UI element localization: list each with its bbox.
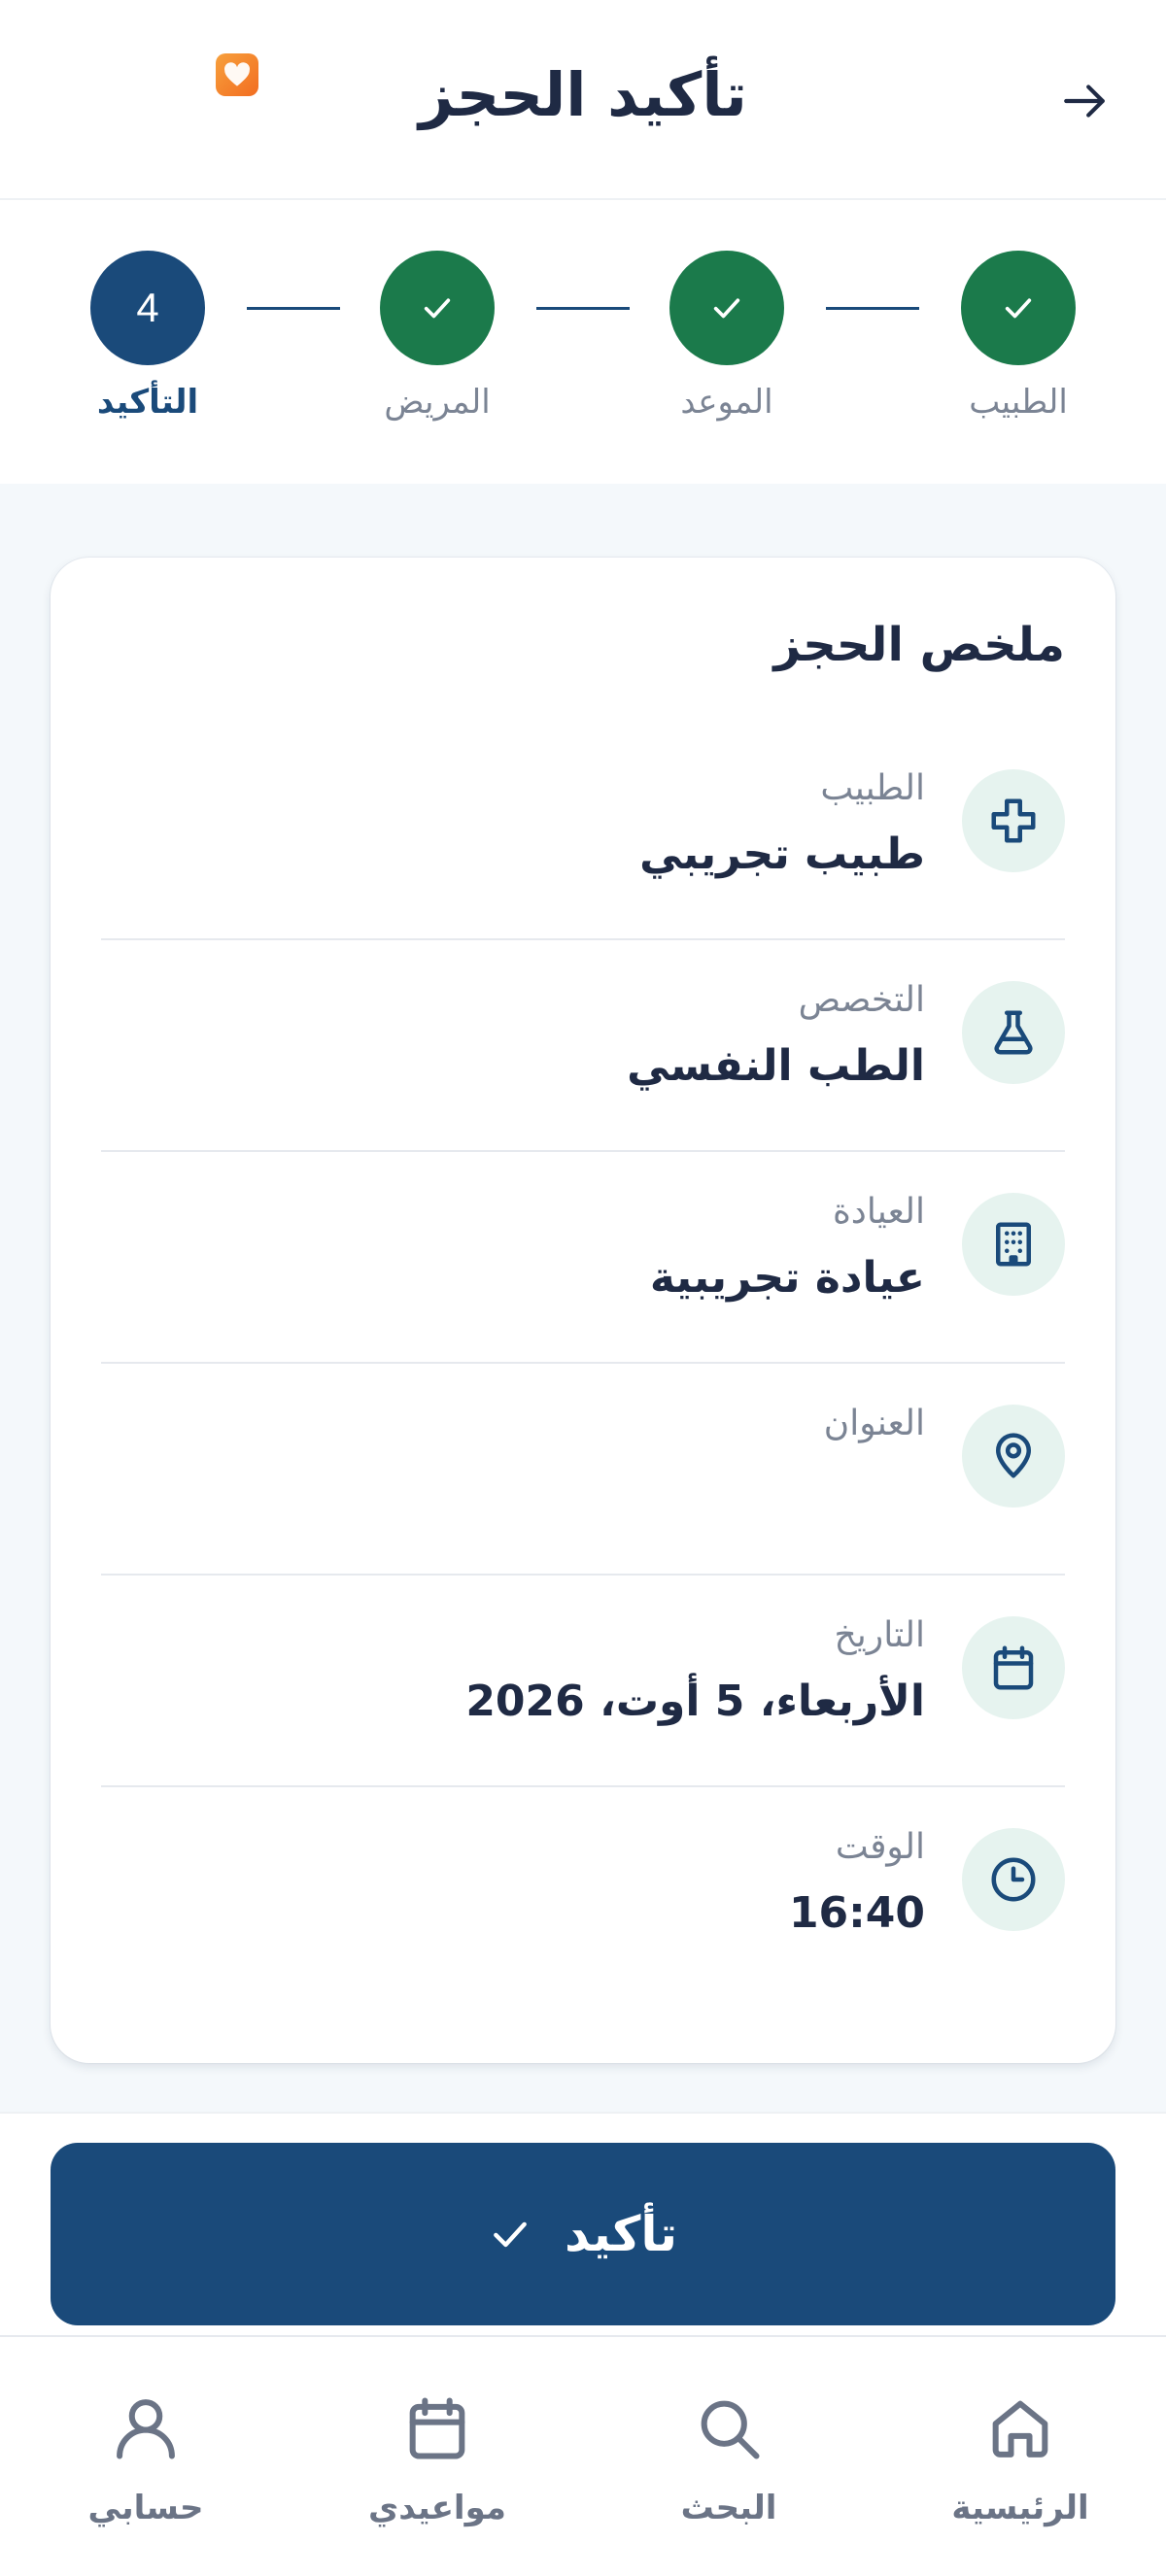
- step-connector: [247, 307, 340, 310]
- nav-item-home[interactable]: الرئيسية: [913, 2388, 1127, 2529]
- building-icon: [962, 1193, 1065, 1296]
- step-label: الموعد: [680, 383, 773, 422]
- flask-icon: [962, 981, 1065, 1084]
- nav-label: الرئيسية: [951, 2489, 1089, 2527]
- row-label: العيادة: [832, 1192, 925, 1232]
- nav-item-search[interactable]: البحث: [622, 2388, 836, 2529]
- check-icon: [424, 298, 451, 319]
- search-icon: [622, 2388, 836, 2469]
- summary-row-date: التاريخ الأربعاء، 5 أوت، 2026: [101, 1576, 1065, 1787]
- check-icon: [713, 298, 740, 319]
- summary-row-clinic: العيادة عيادة تجريبية: [101, 1152, 1065, 1364]
- step-connector: [536, 307, 630, 310]
- nav-item-account[interactable]: حسابي: [39, 2388, 253, 2529]
- step-label: الطبيب: [969, 383, 1068, 422]
- step-circle-done: [961, 251, 1076, 365]
- step-patient: المريض: [350, 251, 525, 424]
- booking-summary-card: ملخص الحجز الطبيب طبيب تجريبي التخصص الط…: [51, 558, 1115, 2063]
- home-icon: [913, 2388, 1127, 2469]
- calendar-icon: [330, 2388, 544, 2469]
- step-circle-done: [669, 251, 784, 365]
- location-pin-icon: [962, 1405, 1065, 1508]
- row-label: التاريخ: [834, 1615, 925, 1655]
- row-label: الطبيب: [820, 768, 925, 808]
- step-label: المريض: [384, 383, 491, 422]
- nav-label: مواعيدي: [368, 2489, 506, 2527]
- step-doctor: الطبيب: [931, 251, 1106, 424]
- nav-item-appointments[interactable]: مواعيدي: [330, 2388, 544, 2529]
- summary-row-time: الوقت 16:40: [101, 1787, 1065, 1999]
- medical-cross-icon: [962, 769, 1065, 872]
- confirm-bar: تأكيد: [0, 2112, 1166, 2335]
- calendar-icon: [962, 1616, 1065, 1719]
- booking-stepper: الطبيب الموعد المريض 4 التأكيد: [0, 202, 1166, 484]
- app-header: تأكيد الحجز: [0, 0, 1166, 200]
- bottom-navigation: الرئيسية البحث مواعيدي حسابي: [0, 2335, 1166, 2576]
- summary-title: ملخص الحجز: [773, 618, 1065, 672]
- nav-label: حسابي: [87, 2489, 204, 2527]
- confirm-button[interactable]: تأكيد: [51, 2143, 1115, 2325]
- row-value: طبيب تجريبي: [639, 830, 925, 879]
- step-confirmation: 4 التأكيد: [60, 251, 235, 424]
- row-label: التخصص: [798, 980, 925, 1020]
- row-label: الوقت: [835, 1827, 925, 1867]
- check-icon: [1005, 298, 1032, 319]
- row-value: الطب النفسي: [627, 1041, 925, 1091]
- user-icon: [39, 2388, 253, 2469]
- check-icon: [494, 2221, 527, 2248]
- clock-icon: [962, 1828, 1065, 1931]
- row-value: الأربعاء، 5 أوت، 2026: [465, 1677, 925, 1726]
- summary-row-address: العنوان: [101, 1364, 1065, 1576]
- summary-row-doctor: الطبيب طبيب تجريبي: [101, 729, 1065, 940]
- step-label-active: التأكيد: [96, 383, 199, 422]
- confirm-label: تأكيد: [565, 2206, 677, 2262]
- step-appointment: الموعد: [639, 251, 814, 424]
- row-label: العنوان: [823, 1404, 925, 1443]
- step-number: 4: [136, 285, 159, 330]
- row-value: 16:40: [788, 1888, 925, 1938]
- step-circle-active: 4: [90, 251, 205, 365]
- step-circle-done: [380, 251, 495, 365]
- step-connector: [826, 307, 919, 310]
- back-button[interactable]: [1053, 70, 1115, 132]
- arrow-right-icon: [1064, 85, 1105, 118]
- summary-row-specialty: التخصص الطب النفسي: [101, 940, 1065, 1152]
- row-value: عيادة تجريبية: [649, 1253, 925, 1303]
- nav-label: البحث: [680, 2489, 777, 2527]
- page-title: تأكيد الحجز: [419, 59, 747, 130]
